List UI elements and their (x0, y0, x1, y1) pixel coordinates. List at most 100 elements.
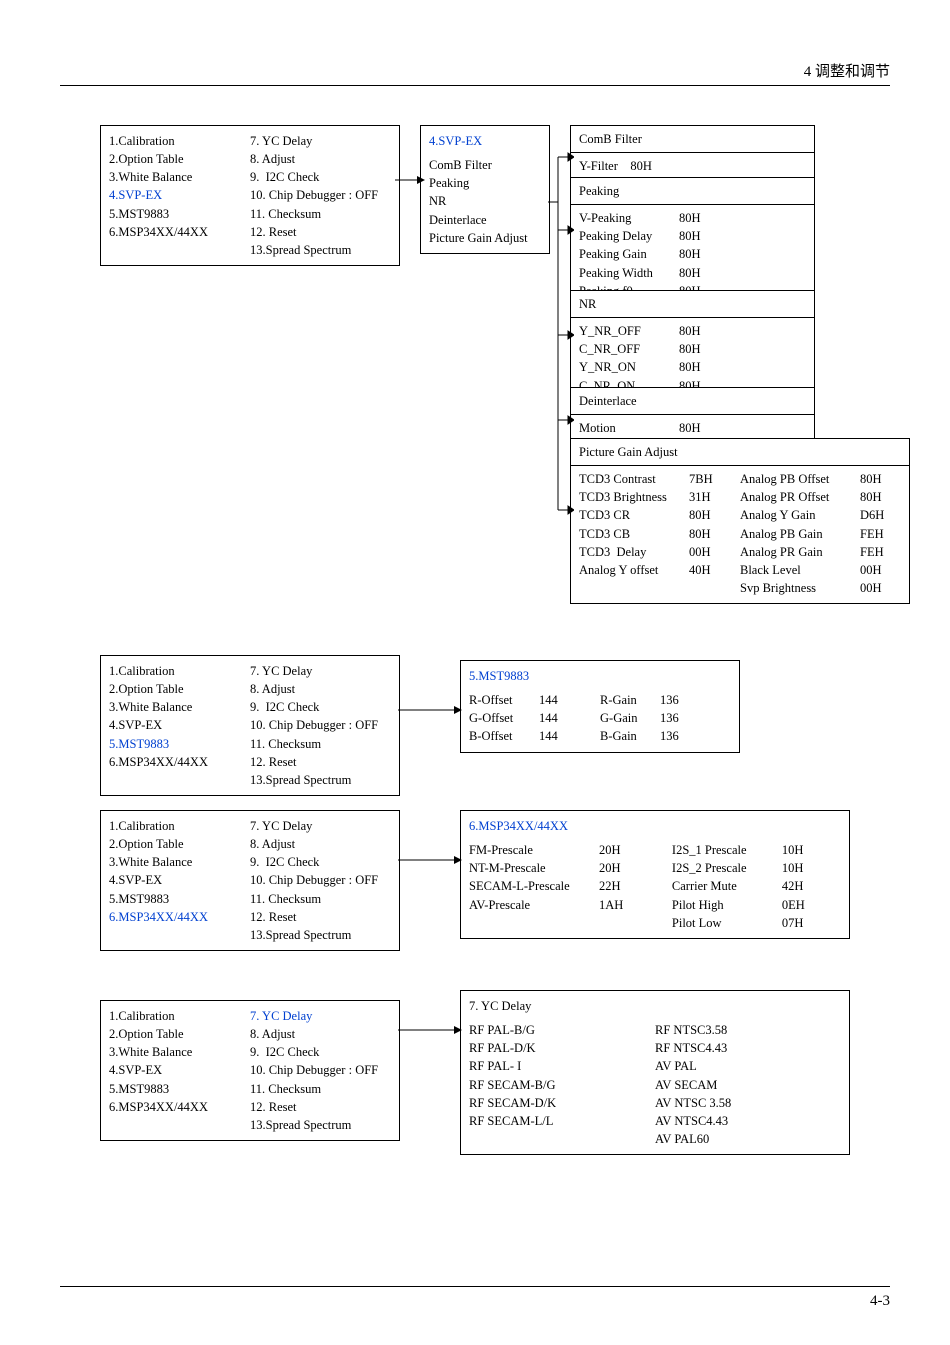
pga-title: Picture Gain Adjust (571, 439, 909, 466)
main-menu-mst: 1.Calibration2.Option Table3.White Balan… (100, 655, 400, 796)
kv-row: TCD3 Delay00H (579, 543, 740, 561)
submenu-item: Peaking (429, 174, 541, 192)
kv-row: TCD3 CR80H (579, 506, 740, 524)
page-header: 4 调整和调节 (60, 60, 890, 86)
menu-item: 8. Adjust (250, 1025, 391, 1043)
main-menu-ycd: 1.Calibration2.Option Table3.White Balan… (100, 1000, 400, 1141)
mst-right: R-Gain136G-Gain136B-Gain136 (600, 691, 731, 745)
page: 4 调整和调节 1.Calibration2.Option Table3.Whi… (0, 0, 950, 1345)
menu-item: 7. YC Delay (250, 817, 391, 835)
list-item: RF PAL-D/K (469, 1039, 655, 1057)
kv-row: G-Gain136 (600, 709, 731, 727)
footer-rule (60, 1286, 890, 1287)
kv-row: Peaking Gain80H (579, 245, 806, 263)
ycd-left: RF PAL-B/GRF PAL-D/KRF PAL- IRF SECAM-B/… (469, 1021, 655, 1148)
menu-item: 5.MST9883 (109, 205, 250, 223)
arrow-icon (398, 1020, 462, 1040)
ycd-title: 7. YC Delay (469, 997, 841, 1015)
menu-item: 4.SVP-EX (109, 716, 250, 734)
menu-item: 13.Spread Spectrum (250, 241, 391, 259)
kv-row: Y_NR_OFF80H (579, 322, 806, 340)
kv-row: Peaking Delay80H (579, 227, 806, 245)
menu-item: 8. Adjust (250, 680, 391, 698)
main-menu-msp: 1.Calibration2.Option Table3.White Balan… (100, 810, 400, 951)
menu-item: 7. YC Delay (250, 1007, 391, 1025)
list-item: RF SECAM-L/L (469, 1112, 655, 1130)
msp-title: 6.MSP34XX/44XX (469, 817, 841, 835)
kv-row: Pilot High0EH (672, 896, 841, 914)
menu-item: 10. Chip Debugger : OFF (250, 1061, 391, 1079)
menu-item: 2.Option Table (109, 1025, 250, 1043)
kv-row: Carrier Mute42H (672, 877, 841, 895)
deint-box: Deinterlace Motion80H (570, 387, 815, 444)
arrow-icon (398, 850, 462, 870)
menu-item: 9. I2C Check (250, 853, 391, 871)
kv-row: Pilot Low07H (672, 914, 841, 932)
list-item: AV PAL60 (655, 1130, 841, 1148)
menu-item: 11. Checksum (250, 890, 391, 908)
kv-row: B-Offset144 (469, 727, 600, 745)
menu-item: 7. YC Delay (250, 132, 391, 150)
menu-item: 3.White Balance (109, 1043, 250, 1061)
kv-row: Svp Brightness00H (740, 579, 901, 597)
menu-item: 2.Option Table (109, 150, 250, 168)
arrow-icon (398, 700, 462, 720)
menu-item: 4.SVP-EX (109, 1061, 250, 1079)
menu-item: 5.MST9883 (109, 735, 250, 753)
menu-item: 12. Reset (250, 1098, 391, 1116)
deint-title: Deinterlace (571, 388, 814, 415)
menu-item: 1.Calibration (109, 662, 250, 680)
comb-val: 80H (630, 159, 652, 173)
menu-item: 13.Spread Spectrum (250, 771, 391, 789)
menu-item: 9. I2C Check (250, 168, 391, 186)
submenu-item: Deinterlace (429, 211, 541, 229)
ycd-right: RF NTSC3.58RF NTSC4.43AV PALAV SECAMAV N… (655, 1021, 841, 1148)
comb-title: ComB Filter (571, 126, 814, 153)
kv-row: C_NR_OFF80H (579, 340, 806, 358)
submenu-item: ComB Filter (429, 156, 541, 174)
menu-item: 2.Option Table (109, 835, 250, 853)
pga-box: Picture Gain Adjust TCD3 Contrast7BHTCD3… (570, 438, 910, 604)
menu-item: 2.Option Table (109, 680, 250, 698)
svp-submenu: 4.SVP-EX ComB FilterPeakingNRDeinterlace… (420, 125, 550, 254)
kv-row: Motion80H (579, 419, 806, 437)
menu-item: 6.MSP34XX/44XX (109, 223, 250, 241)
kv-row: AV-Prescale1AH (469, 896, 672, 914)
menu-item: 1.Calibration (109, 1007, 250, 1025)
list-item: AV NTSC 3.58 (655, 1094, 841, 1112)
svp-title: 4.SVP-EX (429, 132, 541, 150)
menu-item: 1.Calibration (109, 132, 250, 150)
list-item: RF PAL-B/G (469, 1021, 655, 1039)
nr-rows: Y_NR_OFF80HC_NR_OFF80HY_NR_ON80HC_NR_ON8… (579, 322, 806, 395)
menu-item: 3.White Balance (109, 698, 250, 716)
mst-left: R-Offset144G-Offset144B-Offset144 (469, 691, 600, 745)
list-item: RF NTSC3.58 (655, 1021, 841, 1039)
list-item: RF SECAM-D/K (469, 1094, 655, 1112)
ycd-box: 7. YC Delay RF PAL-B/GRF PAL-D/KRF PAL- … (460, 990, 850, 1155)
list-item: RF NTSC4.43 (655, 1039, 841, 1057)
msp-right: I2S_1 Prescale10HI2S_2 Prescale10HCarrie… (672, 841, 841, 932)
menu-item: 10. Chip Debugger : OFF (250, 871, 391, 889)
menu-item: 5.MST9883 (109, 1080, 250, 1098)
menu-item: 6.MSP34XX/44XX (109, 1098, 250, 1116)
kv-row: Analog PR Offset80H (740, 488, 901, 506)
footer-text: 4-3 (60, 1293, 890, 1310)
kv-row: G-Offset144 (469, 709, 600, 727)
menu-item: 6.MSP34XX/44XX (109, 753, 250, 771)
mst-box: 5.MST9883 R-Offset144G-Offset144B-Offset… (460, 660, 740, 753)
menu-item: 10. Chip Debugger : OFF (250, 716, 391, 734)
menu-item: 10. Chip Debugger : OFF (250, 186, 391, 204)
menu-item: 12. Reset (250, 908, 391, 926)
nr-title: NR (571, 291, 814, 318)
main-menu-svp: 1.Calibration2.Option Table3.White Balan… (100, 125, 400, 266)
kv-row: Analog Y offset40H (579, 561, 740, 579)
menu-item: 4.SVP-EX (109, 871, 250, 889)
page-footer: 4-3 (60, 1286, 890, 1310)
kv-row: TCD3 Contrast7BH (579, 470, 740, 488)
list-item: AV SECAM (655, 1076, 841, 1094)
kv-row: NT-M-Prescale20H (469, 859, 672, 877)
menu-item: 6.MSP34XX/44XX (109, 908, 250, 926)
header-rule (60, 85, 890, 86)
kv-row: TCD3 Brightness31H (579, 488, 740, 506)
menu-item: 13.Spread Spectrum (250, 926, 391, 944)
